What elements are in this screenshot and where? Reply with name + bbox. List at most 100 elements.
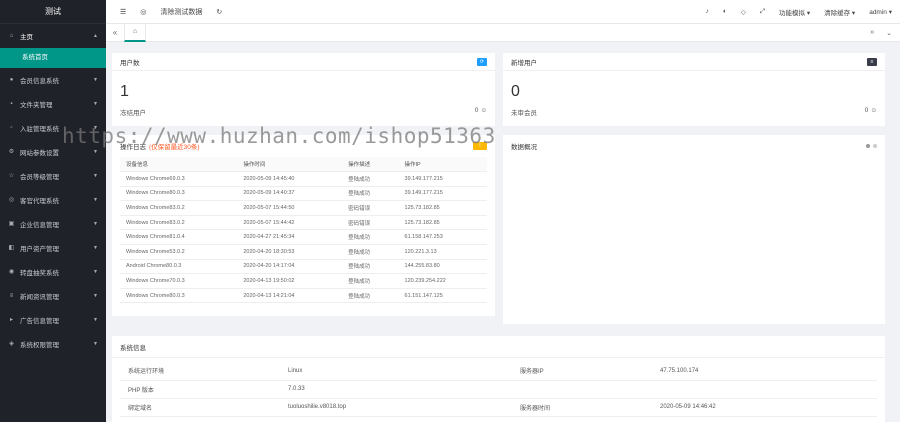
menu-toggle-icon[interactable]: ☰ — [120, 8, 126, 16]
function-dropdown[interactable]: 功能模拟 ▾ — [779, 7, 810, 17]
tab-prev-icon[interactable]: « — [106, 28, 124, 37]
sidebar: 测试 ⌂ 主页 ▲ 系统首页 ● 会员信息系统 ▼ ▪ 文件夹管理 ▼ ▫ 入驻管理系统 ▼… — [0, 0, 106, 422]
sidebar-item-folders[interactable]: ▪ 文件夹管理 ▼ — [0, 92, 106, 116]
chevron-down-icon: ▼ — [93, 245, 98, 251]
device-cell: Windows Chrome53.0.2 — [120, 244, 238, 260]
table-row: Windows Chrome81.0.4 2020-04-27 21:45:34 登… — [120, 229, 487, 246]
sidebar-item-lottery[interactable]: ◉ 转盘抽奖系统 ▼ — [0, 260, 106, 284]
tab-home[interactable]: ⌂ — [124, 23, 146, 42]
tab-next-icon[interactable]: » — [870, 29, 874, 37]
info-key: 系统运行环境 — [120, 362, 280, 381]
sidebar-item-member-levels[interactable]: ☆ 会员等级管理 ▼ — [0, 164, 106, 188]
time-cell: 2020-05-07 15:44:50 — [237, 200, 343, 216]
time-cell: 2020-05-09 14:45:40 — [237, 171, 343, 187]
card-title: 用户数 — [120, 59, 140, 67]
chevron-down-icon: ▼ — [93, 77, 98, 83]
sidebar-item-agents[interactable]: ◎ 客官代理系统 ▼ — [0, 188, 106, 212]
ip-cell: 39.149.177.215 — [398, 186, 487, 202]
table-row: Windows Chrome83.0.2 2020-05-07 15:44:50 密… — [120, 200, 487, 216]
app-logo: 测试 — [0, 0, 106, 24]
chevron-up-icon: ▲ — [93, 33, 98, 39]
star-icon: ☆ — [8, 172, 15, 179]
ad-icon: ▸ — [9, 316, 13, 323]
sidebar-item-ads[interactable]: ▸ 广告信息管理 ▼ — [0, 308, 106, 332]
action-cell: 登陆成功 — [342, 186, 399, 202]
info-key — [512, 380, 652, 399]
theme-icon[interactable]: ◐ — [723, 8, 727, 15]
fullscreen-icon[interactable]: ⤢ — [760, 8, 765, 16]
ip-cell: 125.73.182.85 — [398, 215, 487, 231]
table-row: Windows Chrome69.0.3 2020-05-09 14:45:40 登… — [120, 171, 487, 187]
users-icon: ● — [9, 76, 14, 83]
refresh-icon[interactable]: ↻ — [216, 8, 222, 16]
new-users-count: 0 — [511, 83, 520, 100]
clear-test-data-link[interactable]: 清除测试数据 — [160, 7, 202, 17]
table-row: Windows Chrome70.0.3 2020-04-13 19:50:02 登… — [120, 273, 487, 289]
function-label: 功能模拟 — [779, 9, 806, 17]
chevron-down-icon: ▼ — [93, 269, 98, 275]
device-cell: Windows Chrome80.0.3 — [120, 186, 238, 202]
sidebar-item-permissions[interactable]: ◈ 系统权限管理 ▼ — [0, 332, 106, 356]
sidebar-item-label: 系统权限管理 — [20, 342, 59, 349]
sidebar-item-label: 企业信息管理 — [20, 222, 59, 229]
table-row: Windows Chrome80.0.3 2020-05-09 14:40:37 登… — [120, 186, 487, 202]
user-icon: ☺ — [480, 107, 487, 114]
news-icon: ≡ — [9, 292, 14, 299]
time-cell: 2020-04-13 14:21:04 — [237, 288, 343, 304]
time-cell: 2020-05-09 14:40:37 — [237, 186, 343, 202]
login-table: 设备信息 操作时间 操作描述 操作IP Windows Chrome69.0.3… — [120, 157, 487, 304]
list-badge-icon: ≡ — [867, 57, 877, 66]
sidebar-item-home[interactable]: ⌂ 主页 ▲ — [0, 24, 106, 48]
sidebar-item-members[interactable]: ● 会员信息系统 ▼ — [0, 68, 106, 92]
site-icon[interactable]: ◎ — [140, 8, 146, 16]
action-cell: 密码错误 — [342, 215, 399, 231]
user-label: admin — [869, 8, 887, 16]
system-info-table: 系统运行环境 Linux 服务器IP 47.75.100.174 PHP 版本 7.0.… — [120, 362, 877, 417]
action-cell: 登陆成功 — [342, 171, 399, 187]
device-cell: Android Chrome80.0.3 — [120, 259, 238, 275]
card-title: 数据概况 — [511, 144, 537, 151]
tab-bar: « ⌂ » ⌄ — [106, 23, 900, 42]
chevron-down-icon: ▼ — [93, 197, 98, 203]
carousel-dot[interactable] — [873, 144, 877, 148]
sidebar-item-label: 转盘抽奖系统 — [20, 270, 59, 277]
folder-icon: ▪ — [10, 100, 13, 107]
time-cell: 2020-05-07 15:44:42 — [237, 215, 343, 231]
sidebar-item-label: 会员信息系统 — [20, 78, 59, 85]
column-header: 操作IP — [398, 157, 487, 173]
bell-icon[interactable]: ♪ — [706, 8, 709, 15]
system-info-card: 系统信息 系统运行环境 Linux 服务器IP 47.75.100.174 PHP 版… — [112, 336, 885, 422]
user-dropdown[interactable]: admin ▾ — [869, 8, 892, 16]
column-header: 设备信息 — [120, 157, 238, 173]
tab-menu-icon[interactable]: ⌄ — [886, 29, 892, 37]
device-cell: Windows Chrome83.0.2 — [120, 215, 238, 231]
sidebar-item-label: 客官代理系统 — [20, 198, 59, 205]
pending-members-count: 0 — [864, 107, 869, 114]
device-cell: Windows Chrome83.0.2 — [120, 200, 238, 216]
sidebar-item-news[interactable]: ≡ 新闻资讯管理 ▼ — [0, 284, 106, 308]
sidebar-item-enterprise[interactable]: ▣ 企业信息管理 ▼ — [0, 212, 106, 236]
device-cell: Windows Chrome70.0.3 — [120, 273, 238, 289]
sidebar-item-site-settings[interactable]: ⚙ 网站参数设置 ▼ — [0, 140, 106, 164]
ip-cell: 61.158.147.253 — [398, 229, 487, 246]
sidebar-item-label: 入驻管理系统 — [20, 126, 59, 133]
info-key: 服务器IP — [512, 362, 652, 381]
carousel-dot[interactable] — [866, 144, 870, 148]
sidebar-item-assets[interactable]: ◧ 用户资产管理 ▼ — [0, 236, 106, 260]
tag-icon[interactable]: ◇ — [741, 8, 746, 16]
time-cell: 2020-04-20 18:30:53 — [237, 244, 343, 260]
table-row: Windows Chrome80.0.3 2020-04-13 14:21:04 登… — [120, 288, 487, 304]
sidebar-item-settle[interactable]: ▫ 入驻管理系统 ▼ — [0, 116, 106, 140]
ip-cell: 120.221.3.13 — [398, 244, 487, 260]
device-cell: Windows Chrome81.0.4 — [120, 229, 238, 246]
agent-icon: ◎ — [8, 196, 15, 203]
clear-cache-dropdown[interactable]: 清除缓存 ▾ — [824, 7, 855, 17]
carousel-dots[interactable] — [866, 144, 877, 148]
action-cell: 登陆成功 — [342, 273, 399, 289]
sidebar-item-label: 会员等级管理 — [20, 174, 59, 181]
chevron-down-icon: ▼ — [93, 173, 98, 179]
home-icon: ⌂ — [9, 32, 14, 39]
chevron-down-icon: ▼ — [93, 341, 98, 347]
chevron-down-icon: ▼ — [93, 221, 98, 227]
sidebar-subitem-dashboard[interactable]: 系统首页 — [0, 48, 106, 68]
